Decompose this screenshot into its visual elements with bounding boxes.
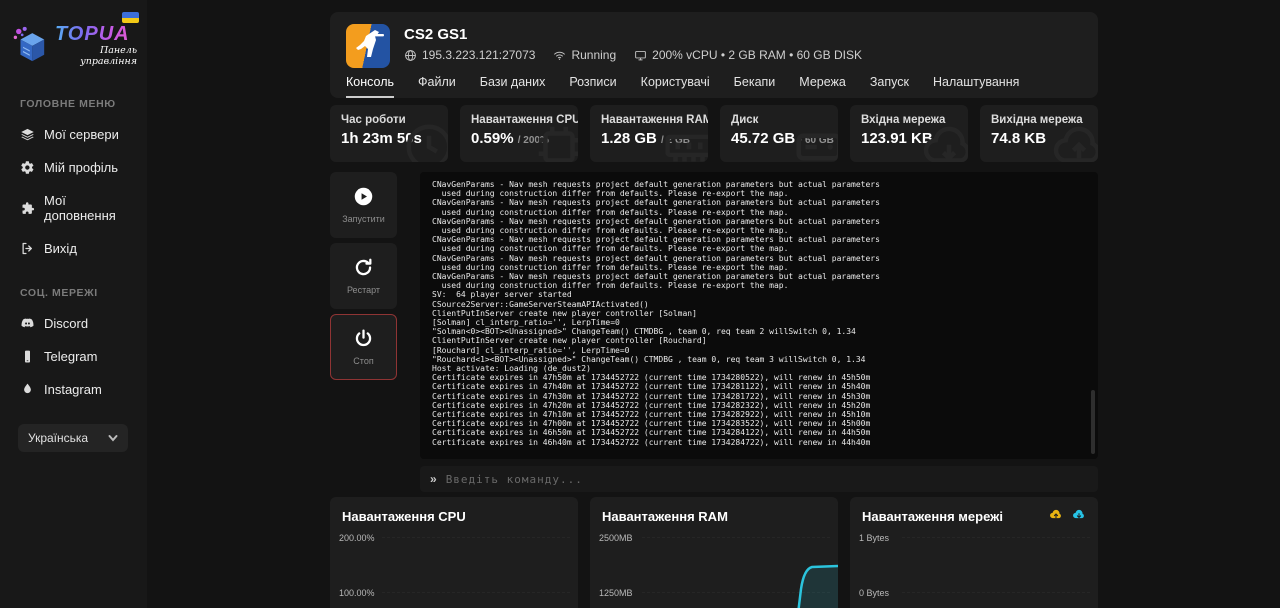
brand-logo: TOPUA Панель управління [0,0,147,68]
console-log[interactable]: CNavGenParams - Nav mesh requests projec… [420,172,1098,459]
network-chart-card: Навантаження мережі 1 Bytes 0 Bytes [850,497,1098,608]
puzzle-icon [20,201,35,216]
server-specs: 200% vCPU • 2 GB RAM • 60 GB DISK [634,48,862,62]
prompt-icon: » [430,472,437,486]
chip-icon [532,120,578,162]
cpu-y-max: 200.00% [339,533,375,543]
tab-files[interactable]: Файли [418,75,456,98]
tab-startup[interactable]: Запуск [870,75,909,98]
telegram-icon [20,349,35,364]
monitor-icon [634,49,647,62]
command-bar: » [420,466,1098,492]
language-select[interactable]: Українська [18,424,128,452]
sidebar-item-my-servers[interactable]: Мої сервери [0,118,147,151]
ram-area-series [590,497,838,608]
language-value: Українська [28,431,88,445]
wifi-icon [553,49,566,62]
tab-console[interactable]: Консоль [346,75,394,98]
cpu-y-mid: 100.00% [339,588,375,598]
power-icon [353,328,374,349]
power-controls: Запустити Рестарт Стоп [330,172,397,459]
command-input[interactable] [446,473,1088,486]
sidebar-item-label: Вихід [44,241,77,256]
sidebar-item-my-addons[interactable]: Мої доповнення [0,184,147,232]
stat-disk: Диск 45.72 GB / 60 GB [720,105,838,162]
memory-icon [662,120,708,162]
download-cloud-icon [1072,507,1086,521]
layers-icon [20,127,35,142]
sidebar-item-discord[interactable]: Discord [0,307,147,340]
gear-icon [20,160,35,175]
tab-network[interactable]: Мережа [799,75,846,98]
sidebar-item-telegram[interactable]: Telegram [0,340,147,373]
charts-row: Навантаження CPU 200.00% 100.00% Наванта… [330,497,1098,608]
discord-icon [20,316,35,331]
upload-cloud-icon [1049,507,1063,521]
instagram-icon [20,382,35,397]
tab-schedules[interactable]: Розписи [569,75,616,98]
server-tabs: Консоль Файли Бази даних Розписи Користу… [330,75,1098,98]
brand-cube-icon [12,22,51,68]
stat-ram: Навантаження RAM 1.28 GB / 2 GB [590,105,708,162]
sidebar: TOPUA Панель управління ГОЛОВНЕ МЕНЮ Мої… [0,0,147,608]
chevron-down-icon [108,433,118,443]
clock-icon [402,120,448,162]
brand-tagline: Панель управління [55,45,137,67]
brand-name: TOPUA [55,24,137,44]
tab-backups[interactable]: Бекапи [734,75,776,98]
stat-network-in: Вхідна мережа 123.91 KB [850,105,968,162]
server-name: CS2 GS1 [404,26,862,43]
sidebar-item-logout[interactable]: Вихід [0,232,147,265]
sidebar-item-label: Мої доповнення [44,193,141,223]
stat-cpu: Навантаження CPU 0.59% / 200% [460,105,578,162]
ram-chart-card: Навантаження RAM 2500MB 1250MB [590,497,838,608]
net-y-max: 1 Bytes [859,533,889,543]
main-menu: Мої сервери Мій профіль Мої доповнення В… [0,118,147,265]
server-ip: 195.3.223.121:27073 [404,48,535,62]
hard-drive-icon [792,120,838,162]
globe-icon [404,49,417,62]
stat-uptime: Час роботи 1h 23m 50s [330,105,448,162]
sidebar-item-instagram[interactable]: Instagram [0,373,147,406]
server-status: Running [553,48,616,62]
console-log-text: CNavGenParams - Nav mesh requests projec… [432,180,1086,447]
restart-icon [353,257,374,278]
console-section: Запустити Рестарт Стоп CNavGenParams - N… [330,172,1098,492]
social-menu: Discord Telegram Instagram [0,307,147,406]
tab-databases[interactable]: Бази даних [480,75,546,98]
network-legend [1049,507,1086,521]
restart-button[interactable]: Рестарт [330,243,397,309]
cs2-game-icon [346,24,390,68]
cpu-chart-card: Навантаження CPU 200.00% 100.00% [330,497,578,608]
tab-users[interactable]: Користувачі [641,75,710,98]
console-scrollbar-thumb[interactable] [1091,390,1095,454]
start-button[interactable]: Запустити [330,172,397,238]
sidebar-item-label: Мої сервери [44,127,119,142]
main-content: CS2 GS1 195.3.223.121:27073 Running 200%… [330,12,1098,608]
sidebar-item-label: Instagram [44,382,102,397]
main-menu-title: ГОЛОВНЕ МЕНЮ [0,98,147,110]
stat-network-out: Вихідна мережа 74.8 KB [980,105,1098,162]
social-title: СОЦ. МЕРЕЖІ [0,287,147,299]
sidebar-item-my-profile[interactable]: Мій профіль [0,151,147,184]
cloud-download-icon [922,120,968,162]
tab-settings[interactable]: Налаштування [933,75,1019,98]
stop-button[interactable]: Стоп [330,314,397,380]
sidebar-item-label: Discord [44,316,88,331]
logout-icon [20,241,35,256]
stats-row: Час роботи 1h 23m 50s Навантаження CPU 0… [330,105,1098,162]
net-y-mid: 0 Bytes [859,588,889,598]
play-circle-icon [353,186,374,207]
cloud-upload-icon [1052,120,1098,162]
server-header-card: CS2 GS1 195.3.223.121:27073 Running 200%… [330,12,1098,98]
sidebar-item-label: Telegram [44,349,97,364]
sidebar-item-label: Мій профіль [44,160,118,175]
ukraine-flag-icon [122,12,139,23]
